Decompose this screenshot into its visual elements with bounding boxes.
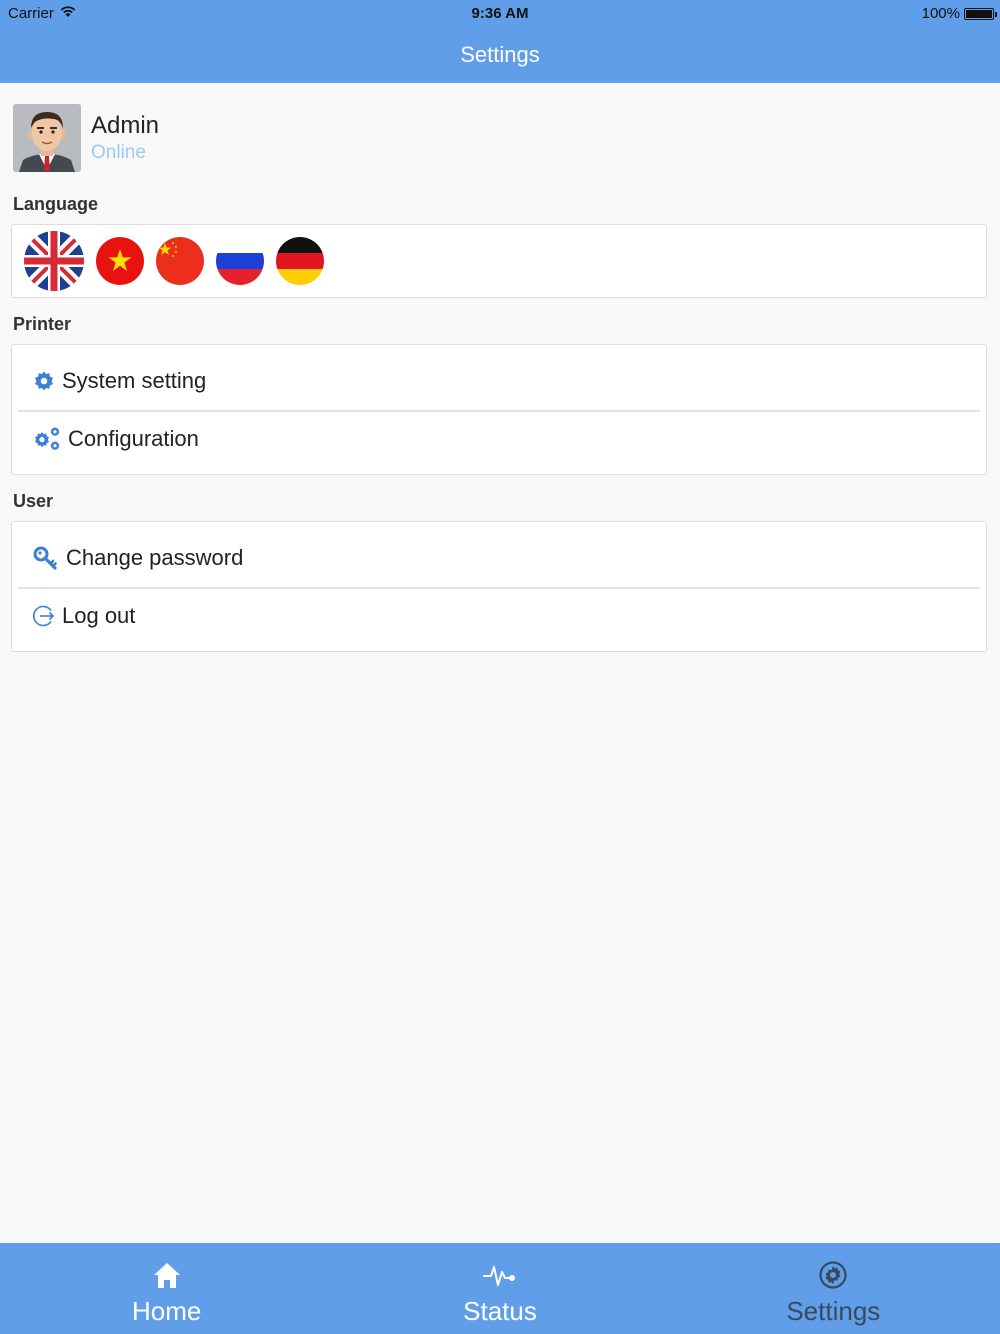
system-setting-row[interactable]: System setting (12, 352, 986, 410)
profile-name: Admin (91, 112, 160, 139)
user-card: Change password Log out (11, 521, 987, 652)
tab-home[interactable]: Home (0, 1243, 333, 1334)
tab-settings-label: Settings (786, 1296, 881, 1326)
change-password-label: Change password (66, 545, 244, 570)
tab-home-label: Home (131, 1296, 202, 1326)
printer-section-label: Printer (13, 314, 72, 334)
settings-screen: Carrier 9:36 AM 100% Settings Admin Onli… (0, 0, 1000, 1334)
battery-indicator: 100% (921, 5, 997, 22)
tab-bar: Home Status Settings (0, 1243, 1000, 1334)
language-flag-row (12, 225, 986, 297)
log-out-label: Log out (62, 603, 136, 628)
language-section-label: Language (13, 194, 99, 214)
printer-card: System setting Configuration (11, 344, 987, 475)
language-card (11, 224, 987, 298)
change-password-row[interactable]: Change password (12, 529, 986, 587)
gears-icon (32, 427, 62, 451)
profile-status: Online (91, 142, 146, 163)
tab-status-label: Status (463, 1296, 537, 1326)
battery-percent: 100% (921, 5, 960, 22)
user-profile: Admin Online (13, 104, 159, 172)
configuration-label: Configuration (68, 426, 199, 451)
avatar (13, 104, 81, 172)
configuration-row[interactable]: Configuration (12, 410, 986, 468)
gear-icon (819, 1261, 847, 1294)
battery-icon (964, 7, 997, 20)
status-time: 9:36 AM (471, 5, 529, 22)
germany-flag-icon[interactable] (276, 237, 324, 285)
china-flag-icon[interactable] (156, 237, 204, 285)
home-icon (152, 1261, 182, 1294)
pulse-icon (482, 1261, 518, 1294)
profile-text: Admin Online (91, 112, 159, 164)
log-out-row[interactable]: Log out (12, 587, 986, 645)
status-bar: Carrier 9:36 AM 100% (0, 0, 1000, 28)
key-icon (32, 546, 60, 570)
russia-flag-icon[interactable] (216, 237, 264, 285)
tab-settings[interactable]: Settings (667, 1243, 1000, 1334)
gear-icon (32, 369, 56, 393)
logout-icon (32, 604, 56, 628)
user-section-label: User (13, 491, 54, 511)
system-setting-label: System setting (62, 368, 207, 393)
page-title: Settings (460, 42, 540, 67)
vietnam-flag-icon[interactable] (96, 237, 144, 285)
uk-flag-icon[interactable] (24, 231, 84, 291)
header: Carrier 9:36 AM 100% Settings (0, 0, 1000, 83)
tab-status[interactable]: Status (333, 1243, 666, 1334)
